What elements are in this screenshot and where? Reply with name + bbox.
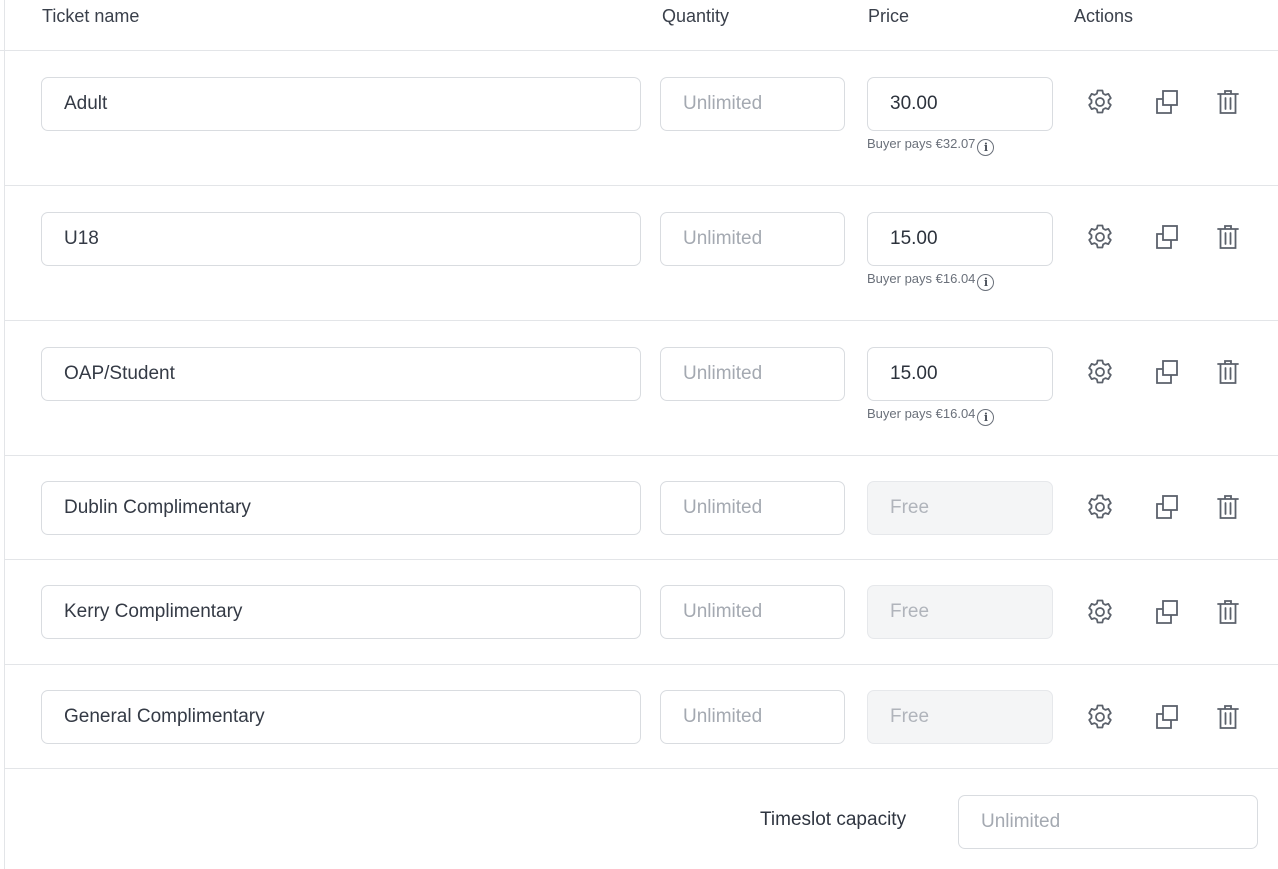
- duplicate-icon[interactable]: [1152, 597, 1182, 627]
- timeslot-capacity-input[interactable]: Unlimited: [958, 795, 1258, 849]
- duplicate-icon[interactable]: [1152, 492, 1182, 522]
- ticket-row: General Complimentary Unlimited Free: [5, 665, 1278, 769]
- buyer-pays-text: Buyer pays €16.04: [867, 406, 976, 421]
- gear-icon[interactable]: [1085, 357, 1115, 387]
- price-input[interactable]: Free: [867, 690, 1053, 744]
- timeslot-capacity-label: Timeslot capacity: [760, 809, 907, 830]
- price-input[interactable]: 15.00: [867, 347, 1053, 401]
- quantity-input[interactable]: Unlimited: [660, 347, 845, 401]
- price-input[interactable]: Free: [867, 481, 1053, 535]
- buyer-pays-text: Buyer pays €32.07: [867, 136, 976, 151]
- column-header-quantity: Quantity: [662, 6, 730, 26]
- duplicate-icon[interactable]: [1152, 357, 1182, 387]
- gear-icon[interactable]: [1085, 492, 1115, 522]
- trash-icon[interactable]: [1213, 492, 1243, 522]
- duplicate-icon[interactable]: [1152, 222, 1182, 252]
- ticket-name-input[interactable]: General Complimentary: [41, 690, 641, 744]
- price-input[interactable]: 15.00: [867, 212, 1053, 266]
- ticket-name-input[interactable]: Adult: [41, 77, 641, 131]
- ticket-row: OAP/Student Unlimited 15.00 Buyer pays €…: [5, 321, 1278, 456]
- price-input[interactable]: 30.00: [867, 77, 1053, 131]
- buyer-pays-text: Buyer pays €16.04: [867, 271, 976, 286]
- ticket-row: Dublin Complimentary Unlimited Free: [5, 456, 1278, 560]
- ticket-row: Adult Unlimited 30.00 Buyer pays €32.07 i: [5, 51, 1278, 186]
- ticket-name-input[interactable]: Dublin Complimentary: [41, 481, 641, 535]
- trash-icon[interactable]: [1213, 702, 1243, 732]
- buyer-pays-note: Buyer pays €16.04 i: [867, 406, 995, 426]
- info-icon[interactable]: i: [977, 409, 995, 426]
- trash-icon[interactable]: [1213, 597, 1243, 627]
- column-header-actions: Actions: [1074, 6, 1134, 26]
- buyer-pays-note: Buyer pays €16.04 i: [867, 271, 995, 291]
- duplicate-icon[interactable]: [1152, 87, 1182, 117]
- ticket-row: Kerry Complimentary Unlimited Free: [5, 560, 1278, 665]
- info-icon[interactable]: i: [977, 274, 995, 291]
- quantity-input[interactable]: Unlimited: [660, 212, 845, 266]
- ticket-row: U18 Unlimited 15.00 Buyer pays €16.04 i: [5, 186, 1278, 321]
- quantity-input[interactable]: Unlimited: [660, 481, 845, 535]
- trash-icon[interactable]: [1213, 357, 1243, 387]
- duplicate-icon[interactable]: [1152, 702, 1182, 732]
- quantity-input[interactable]: Unlimited: [660, 77, 845, 131]
- gear-icon[interactable]: [1085, 87, 1115, 117]
- ticket-name-input[interactable]: U18: [41, 212, 641, 266]
- quantity-input[interactable]: Unlimited: [660, 585, 845, 639]
- price-input[interactable]: Free: [867, 585, 1053, 639]
- ticket-name-input[interactable]: OAP/Student: [41, 347, 641, 401]
- quantity-input[interactable]: Unlimited: [660, 690, 845, 744]
- buyer-pays-note: Buyer pays €32.07 i: [867, 136, 995, 156]
- ticket-name-input[interactable]: Kerry Complimentary: [41, 585, 641, 639]
- gear-icon[interactable]: [1085, 597, 1115, 627]
- table-header: Ticket name Quantity Price Actions: [0, 0, 1278, 51]
- column-header-price: Price: [868, 6, 910, 26]
- trash-icon[interactable]: [1213, 222, 1243, 252]
- column-header-ticket-name: Ticket name: [42, 6, 140, 26]
- info-icon[interactable]: i: [977, 139, 995, 156]
- gear-icon[interactable]: [1085, 702, 1115, 732]
- trash-icon[interactable]: [1213, 87, 1243, 117]
- gear-icon[interactable]: [1085, 222, 1115, 252]
